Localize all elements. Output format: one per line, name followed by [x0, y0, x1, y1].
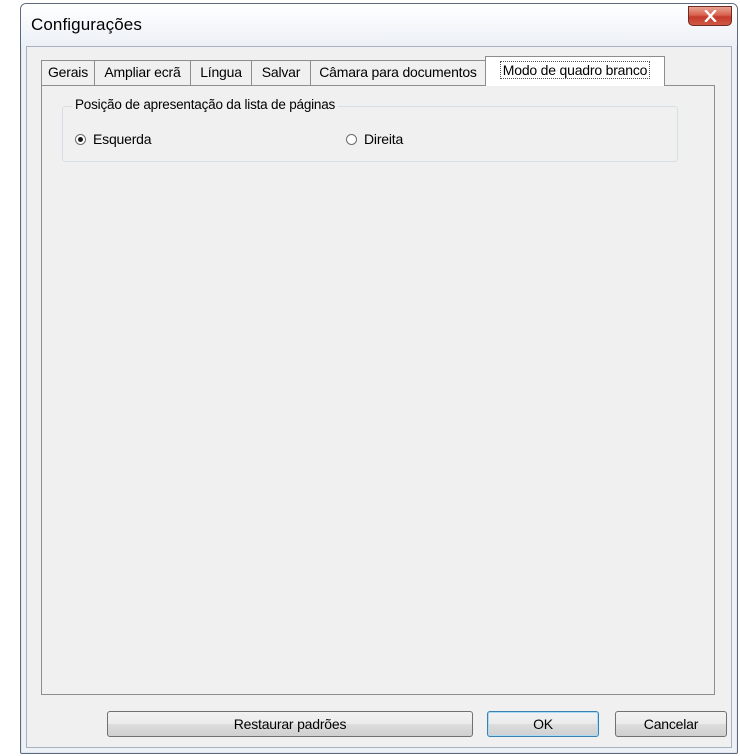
- tab-label: Câmara para documentos: [319, 64, 477, 80]
- dialog-client-area: Gerais Ampliar ecrã Língua Salvar Câmara…: [26, 46, 732, 748]
- tab-label: Modo de quadro branco: [499, 61, 651, 79]
- radio-label-direita: Direita: [364, 131, 404, 147]
- ok-button[interactable]: OK: [487, 711, 599, 737]
- cancel-button[interactable]: Cancelar: [615, 711, 727, 737]
- settings-dialog: Configurações Gerais Ampliar ecrã Língua…: [20, 3, 738, 754]
- tab-lingua[interactable]: Língua: [190, 60, 252, 85]
- tab-label: Gerais: [47, 64, 89, 80]
- restore-defaults-button[interactable]: Restaurar padrões: [107, 711, 473, 737]
- tab-salvar[interactable]: Salvar: [251, 60, 311, 85]
- close-icon: [704, 10, 717, 22]
- radio-esquerda[interactable]: Esquerda: [75, 130, 152, 148]
- close-button[interactable]: [688, 6, 732, 26]
- group-title: Posição de apresentação da lista de pági…: [72, 97, 339, 112]
- tab-label: Salvar: [261, 64, 301, 80]
- title-bar: Configurações: [21, 4, 737, 46]
- tab-ampliar-ecra[interactable]: Ampliar ecrã: [94, 60, 191, 85]
- tab-panel: Posição de apresentação da lista de pági…: [41, 85, 715, 695]
- radio-label-esquerda: Esquerda: [93, 131, 152, 147]
- tab-modo-de-quadro-branco[interactable]: Modo de quadro branco: [485, 56, 665, 86]
- tab-gerais[interactable]: Gerais: [41, 60, 95, 85]
- radio-button-checked[interactable]: [75, 133, 86, 145]
- tab-camara-para-documentos[interactable]: Câmara para documentos: [310, 60, 486, 85]
- page-list-position-group: Posição de apresentação da lista de pági…: [62, 97, 678, 162]
- radio-button-unchecked[interactable]: [346, 133, 357, 145]
- radio-direita[interactable]: Direita: [346, 130, 403, 148]
- tab-label: Ampliar ecrã: [104, 64, 181, 80]
- tab-label: Língua: [200, 64, 242, 80]
- window-title: Configurações: [31, 15, 142, 34]
